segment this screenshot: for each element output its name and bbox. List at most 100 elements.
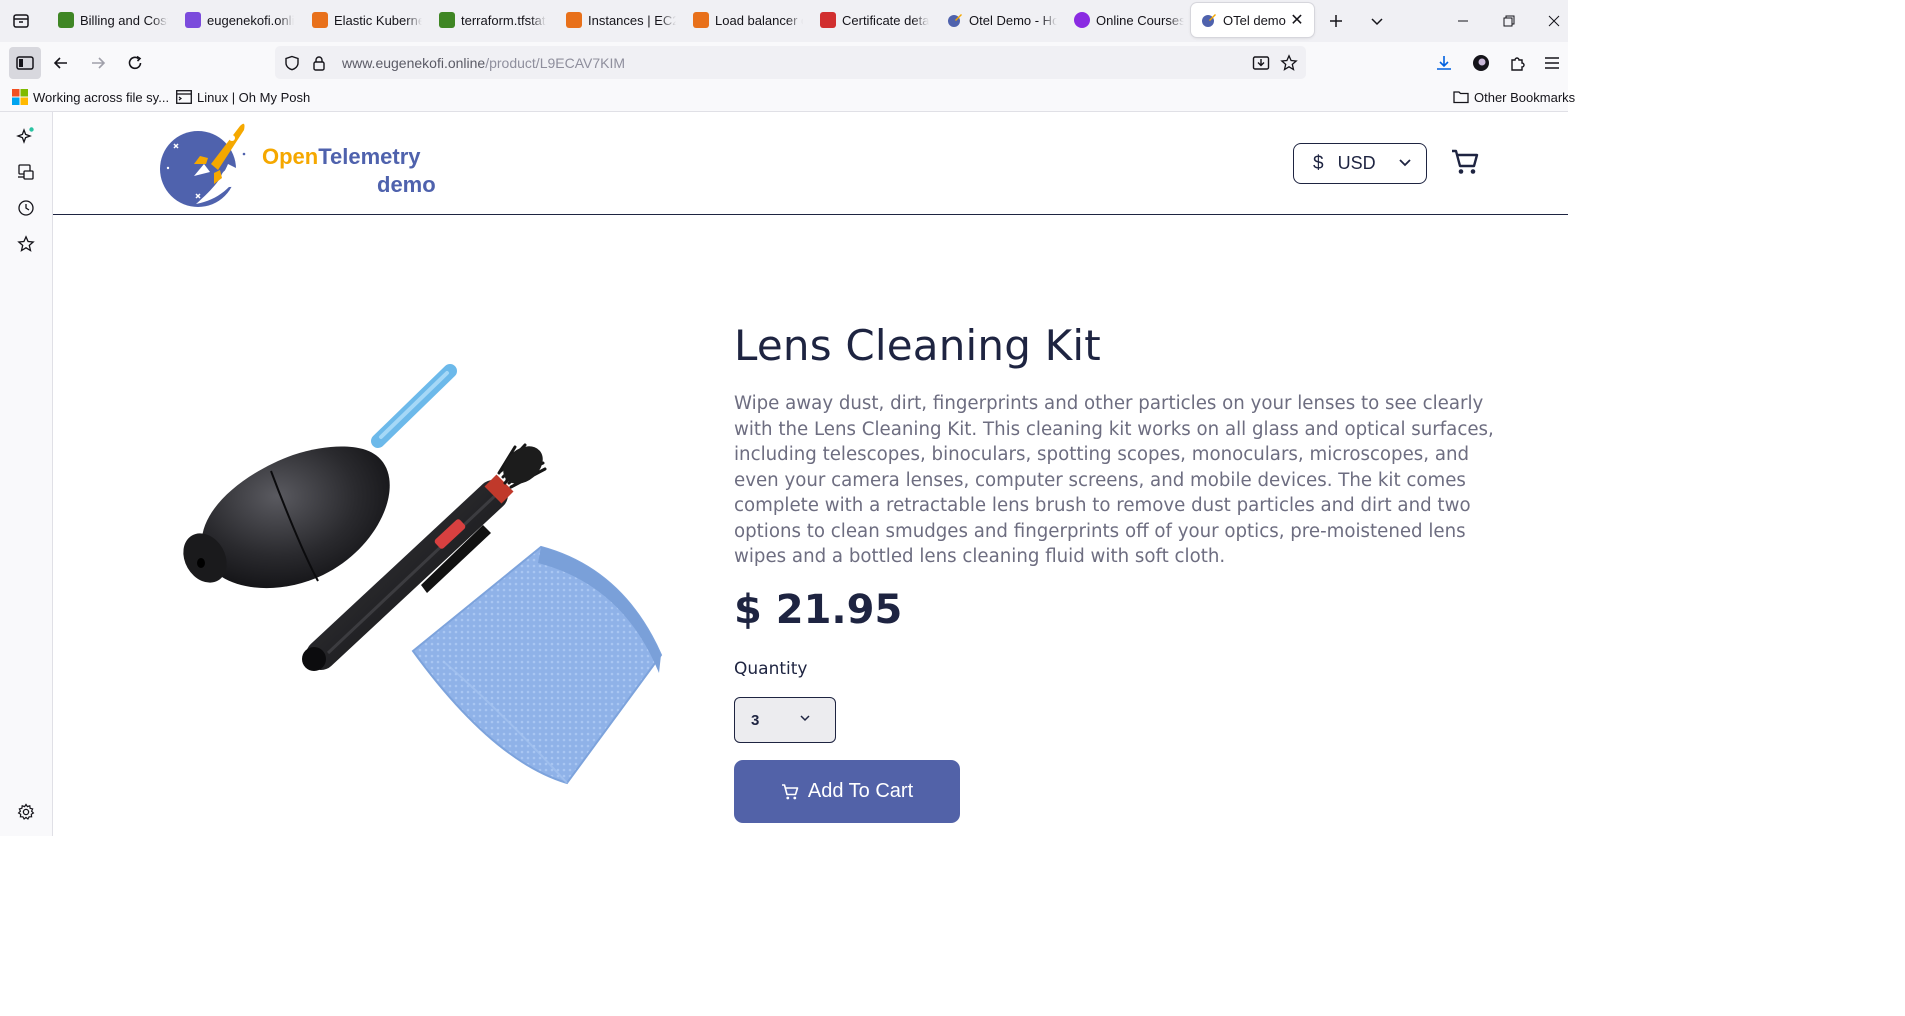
aws-ec2-icon	[693, 12, 709, 28]
tab-eugenekofi[interactable]: eugenekofi.onli	[175, 3, 295, 37]
add-to-cart-button[interactable]: Add To Cart	[734, 760, 960, 823]
app-menu-button[interactable]	[1540, 47, 1564, 79]
web-page: OpenTelemetry demo $ USD Lens Cleaning K…	[53, 113, 1568, 836]
bookmarks-toolbar: Working across file sy... Linux | Oh My …	[0, 84, 1575, 112]
puzzle-piece-icon	[1511, 57, 1525, 71]
close-tab-icon[interactable]: ✕	[1288, 10, 1306, 30]
otel-rocket-icon	[1201, 12, 1217, 28]
currency-code: USD	[1337, 153, 1376, 173]
quantity-value: 3	[751, 711, 760, 729]
close-window-button[interactable]	[1539, 6, 1569, 36]
aws-acm-icon	[820, 12, 836, 28]
logo-word-telemetry: Telemetry	[318, 144, 421, 169]
windows-icon	[12, 89, 28, 105]
terminal-icon	[176, 90, 192, 104]
site-header: OpenTelemetry demo $ USD	[53, 113, 1568, 215]
shopping-cart-icon	[1452, 149, 1479, 174]
otel-rocket-logo-icon	[160, 123, 246, 207]
bookmark-oh-my-posh[interactable]: Linux | Oh My Posh	[176, 89, 310, 105]
forward-button[interactable]	[82, 47, 114, 79]
tab-terraform[interactable]: terraform.tfstat	[429, 3, 549, 37]
new-tab-button[interactable]	[1321, 6, 1351, 36]
history-button[interactable]	[13, 195, 39, 221]
other-bookmarks-folder[interactable]: Other Bookmarks	[1453, 89, 1575, 105]
back-button[interactable]	[45, 47, 77, 79]
currency-selector[interactable]: $ USD	[1293, 143, 1427, 184]
arrow-right-icon	[92, 57, 106, 69]
save-to-pocket-icon[interactable]	[1252, 54, 1270, 72]
tab-label: Billing and Cost	[80, 12, 168, 28]
bookmarks-button[interactable]	[13, 231, 39, 257]
quantity-label: Quantity	[734, 659, 808, 679]
reload-icon	[128, 55, 142, 70]
other-bookmarks-label: Other Bookmarks	[1474, 89, 1576, 105]
currency-symbol: $	[1313, 152, 1324, 174]
plus-icon	[1330, 15, 1342, 27]
tab-label: Instances | EC2	[588, 12, 676, 28]
opentelemetry-demo-logo[interactable]: OpenTelemetry demo	[156, 118, 456, 210]
shopping-cart-button[interactable]	[1450, 147, 1480, 177]
site-icon	[185, 12, 201, 28]
aws-ec2-icon	[566, 12, 582, 28]
hamburger-menu-icon	[1545, 57, 1559, 69]
arrow-left-icon	[53, 57, 67, 69]
tracking-protection-shield-icon[interactable]	[284, 55, 300, 71]
tab-billing[interactable]: Billing and Cost	[48, 3, 168, 37]
bookmark-label: Working across file sy...	[33, 89, 170, 105]
url-path: /product/L9ECAV7KIM	[485, 54, 626, 71]
tab-otel-demo-home[interactable]: Otel Demo - Ho	[937, 3, 1057, 37]
minimize-window-button[interactable]	[1448, 6, 1478, 36]
tab-list-icon	[13, 14, 29, 28]
bookmark-label: Linux | Oh My Posh	[197, 89, 311, 105]
restore-icon	[1503, 15, 1515, 27]
tab-strip: Billing and Cost eugenekofi.onli Elastic…	[0, 0, 1568, 42]
synced-tabs-button[interactable]	[13, 159, 39, 185]
extensions-button[interactable]	[1502, 47, 1534, 79]
quantity-select[interactable]: 3	[734, 697, 836, 743]
product-price: $ 21.95	[734, 587, 903, 633]
restore-window-button[interactable]	[1494, 6, 1524, 36]
star-icon	[17, 235, 35, 252]
clock-icon	[18, 200, 34, 216]
account-avatar-icon	[1473, 55, 1489, 71]
downloads-button[interactable]	[1428, 47, 1460, 79]
tab-overview-button[interactable]	[8, 8, 34, 34]
logo-word-demo: demo	[377, 172, 436, 197]
chevron-down-icon	[1371, 18, 1383, 26]
sidebar-toggle-button[interactable]	[9, 47, 41, 79]
bookmark-working-across-file-systems[interactable]: Working across file sy...	[12, 89, 169, 105]
sidebar-icon	[16, 56, 34, 70]
tab-instances[interactable]: Instances | EC2	[556, 3, 676, 37]
list-all-tabs-button[interactable]	[1362, 6, 1392, 36]
tab-label: Elastic Kuberne	[334, 12, 422, 28]
url-host: www.eugenekofi.online	[342, 54, 486, 71]
tab-otel-demo[interactable]: OTel demo ✕	[1191, 3, 1314, 37]
gear-icon	[17, 803, 35, 820]
course-site-icon	[1074, 12, 1090, 28]
lock-icon[interactable]	[312, 55, 326, 71]
product-image	[153, 353, 693, 793]
reload-button[interactable]	[119, 47, 151, 79]
sparkle-icon	[16, 127, 34, 144]
tab-label: terraform.tfstat	[461, 12, 546, 28]
tab-label: Load balancer c	[715, 12, 803, 28]
chevron-down-icon	[1399, 159, 1411, 167]
close-icon	[1548, 15, 1560, 27]
product-title: Lens Cleaning Kit	[734, 321, 1101, 370]
ai-chatbot-button[interactable]	[13, 123, 39, 149]
cart-icon	[781, 783, 799, 799]
tab-certificate[interactable]: Certificate deta	[810, 3, 930, 37]
account-button[interactable]	[1465, 47, 1497, 79]
logo-word-open: Open	[262, 144, 319, 169]
download-icon	[1437, 56, 1451, 70]
lens-cleaning-kit-illustration	[183, 364, 663, 785]
bookmark-star-icon[interactable]	[1280, 54, 1298, 72]
address-bar[interactable]: www.eugenekofi.online/product/L9ECAV7KIM	[275, 46, 1306, 79]
customize-sidebar-button[interactable]	[13, 799, 39, 825]
tab-online-courses[interactable]: Online Courses	[1064, 3, 1184, 37]
tab-elastic-kubernetes[interactable]: Elastic Kuberne	[302, 3, 422, 37]
tab-load-balancer[interactable]: Load balancer c	[683, 3, 803, 37]
url-text[interactable]: www.eugenekofi.online/product/L9ECAV7KIM	[342, 55, 625, 71]
folder-icon	[1453, 91, 1469, 104]
product-description: Wipe away dust, dirt, fingerprints and o…	[734, 393, 1494, 567]
